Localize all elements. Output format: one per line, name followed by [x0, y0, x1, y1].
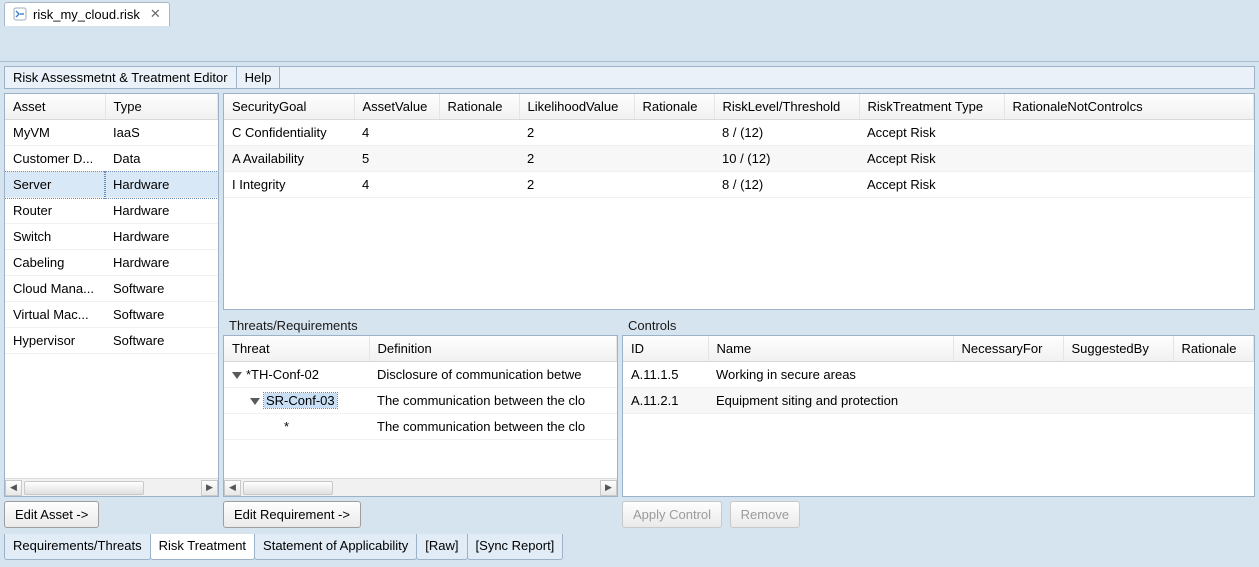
file-tab[interactable]: risk_my_cloud.risk ✕ — [4, 2, 170, 26]
controls-panel: ID Name NecessaryFor SuggestedBy Rationa… — [622, 335, 1255, 498]
goal-col-assetvalue[interactable]: AssetValue — [354, 94, 439, 120]
tab-raw[interactable]: [Raw] — [416, 534, 467, 560]
tab-sync-report[interactable]: [Sync Report] — [467, 534, 564, 560]
controls-table[interactable]: ID Name NecessaryFor SuggestedBy Rationa… — [623, 336, 1254, 414]
table-row[interactable]: * The communication between the clo — [224, 413, 617, 439]
goal-col-rationale1[interactable]: Rationale — [439, 94, 519, 120]
edit-asset-button[interactable]: Edit Asset -> — [4, 501, 99, 528]
menu-help[interactable]: Help — [237, 67, 281, 88]
table-row[interactable]: *TH-Conf-02 Disclosure of communication … — [224, 361, 617, 387]
table-row[interactable]: ServerHardware — [5, 172, 218, 198]
table-row[interactable]: Customer D...Data — [5, 146, 218, 172]
threats-title: Threats/Requirements — [223, 314, 618, 335]
security-goals-panel: SecurityGoal AssetValue Rationale Likeli… — [223, 93, 1255, 310]
table-row[interactable]: A.11.1.5Working in secure areas — [623, 361, 1254, 387]
table-row[interactable]: A Availability5210 / (12)Accept Risk — [224, 146, 1254, 172]
edit-requirement-button[interactable]: Edit Requirement -> — [223, 501, 361, 528]
file-icon — [13, 7, 27, 21]
caret-down-icon[interactable] — [232, 372, 242, 379]
apply-control-button[interactable]: Apply Control — [622, 501, 722, 528]
table-row[interactable]: Virtual Mac...Software — [5, 302, 218, 328]
bottom-tab-strip: Requirements/Threats Risk Treatment Stat… — [0, 534, 1259, 560]
scroll-right-icon[interactable]: ▶ — [600, 480, 617, 496]
assets-table[interactable]: Asset Type MyVMIaaS Customer D...Data Se… — [5, 94, 218, 354]
file-tab-label: risk_my_cloud.risk — [33, 7, 140, 22]
close-icon[interactable]: ✕ — [146, 6, 161, 22]
table-row[interactable]: C Confidentiality428 / (12)Accept Risk — [224, 120, 1254, 146]
controls-col-necessary[interactable]: NecessaryFor — [953, 336, 1063, 362]
table-row[interactable]: RouterHardware — [5, 198, 218, 224]
controls-title: Controls — [622, 314, 1255, 335]
scroll-left-icon[interactable]: ◀ — [224, 480, 241, 496]
security-goals-table[interactable]: SecurityGoal AssetValue Rationale Likeli… — [224, 94, 1254, 198]
goal-col-securitygoal[interactable]: SecurityGoal — [224, 94, 354, 120]
scroll-left-icon[interactable]: ◀ — [5, 480, 22, 496]
table-row[interactable]: I Integrity428 / (12)Accept Risk — [224, 172, 1254, 198]
table-row[interactable]: Cloud Mana...Software — [5, 276, 218, 302]
controls-col-name[interactable]: Name — [708, 336, 953, 362]
goal-col-rationale2[interactable]: Rationale — [634, 94, 714, 120]
assets-col-type[interactable]: Type — [105, 94, 218, 120]
remove-control-button[interactable]: Remove — [730, 501, 800, 528]
table-row[interactable]: SwitchHardware — [5, 224, 218, 250]
table-row[interactable]: A.11.2.1Equipment siting and protection — [623, 387, 1254, 413]
threats-table[interactable]: Threat Definition *TH-Conf-02 Disclosure… — [224, 336, 617, 440]
controls-col-suggested[interactable]: SuggestedBy — [1063, 336, 1173, 362]
caret-down-icon[interactable] — [250, 398, 260, 405]
controls-col-id[interactable]: ID — [623, 336, 708, 362]
tab-statement-of-applicability[interactable]: Statement of Applicability — [254, 534, 417, 560]
blank-toolbar — [0, 26, 1259, 62]
table-row[interactable]: MyVMIaaS — [5, 120, 218, 146]
goal-col-risklevel[interactable]: RiskLevel/Threshold — [714, 94, 859, 120]
table-row[interactable]: CabelingHardware — [5, 250, 218, 276]
threats-col-threat[interactable]: Threat — [224, 336, 369, 362]
menubar: Risk Assessmetnt & Treatment Editor Help — [4, 66, 1255, 89]
menu-risk-editor[interactable]: Risk Assessmetnt & Treatment Editor — [5, 67, 237, 88]
threats-panel: Threat Definition *TH-Conf-02 Disclosure… — [223, 335, 618, 498]
threats-horizontal-scrollbar[interactable]: ◀ ▶ — [224, 478, 617, 496]
threats-col-definition[interactable]: Definition — [369, 336, 617, 362]
tab-requirements-threats[interactable]: Requirements/Threats — [4, 534, 151, 560]
goal-col-rationalenot[interactable]: RationaleNotControlcs — [1004, 94, 1254, 120]
assets-table-panel: Asset Type MyVMIaaS Customer D...Data Se… — [4, 93, 219, 497]
table-row[interactable]: HypervisorSoftware — [5, 328, 218, 354]
scroll-right-icon[interactable]: ▶ — [201, 480, 218, 496]
editor-tab-strip: risk_my_cloud.risk ✕ — [0, 0, 1259, 26]
assets-col-asset[interactable]: Asset — [5, 94, 105, 120]
assets-horizontal-scrollbar[interactable]: ◀ ▶ — [5, 478, 218, 496]
tab-risk-treatment[interactable]: Risk Treatment — [150, 534, 255, 560]
table-row[interactable]: SR-Conf-03 The communication between the… — [224, 387, 617, 413]
goal-col-treatment[interactable]: RiskTreatment Type — [859, 94, 1004, 120]
goal-col-likelihood[interactable]: LikelihoodValue — [519, 94, 634, 120]
controls-col-rationale[interactable]: Rationale — [1173, 336, 1254, 362]
